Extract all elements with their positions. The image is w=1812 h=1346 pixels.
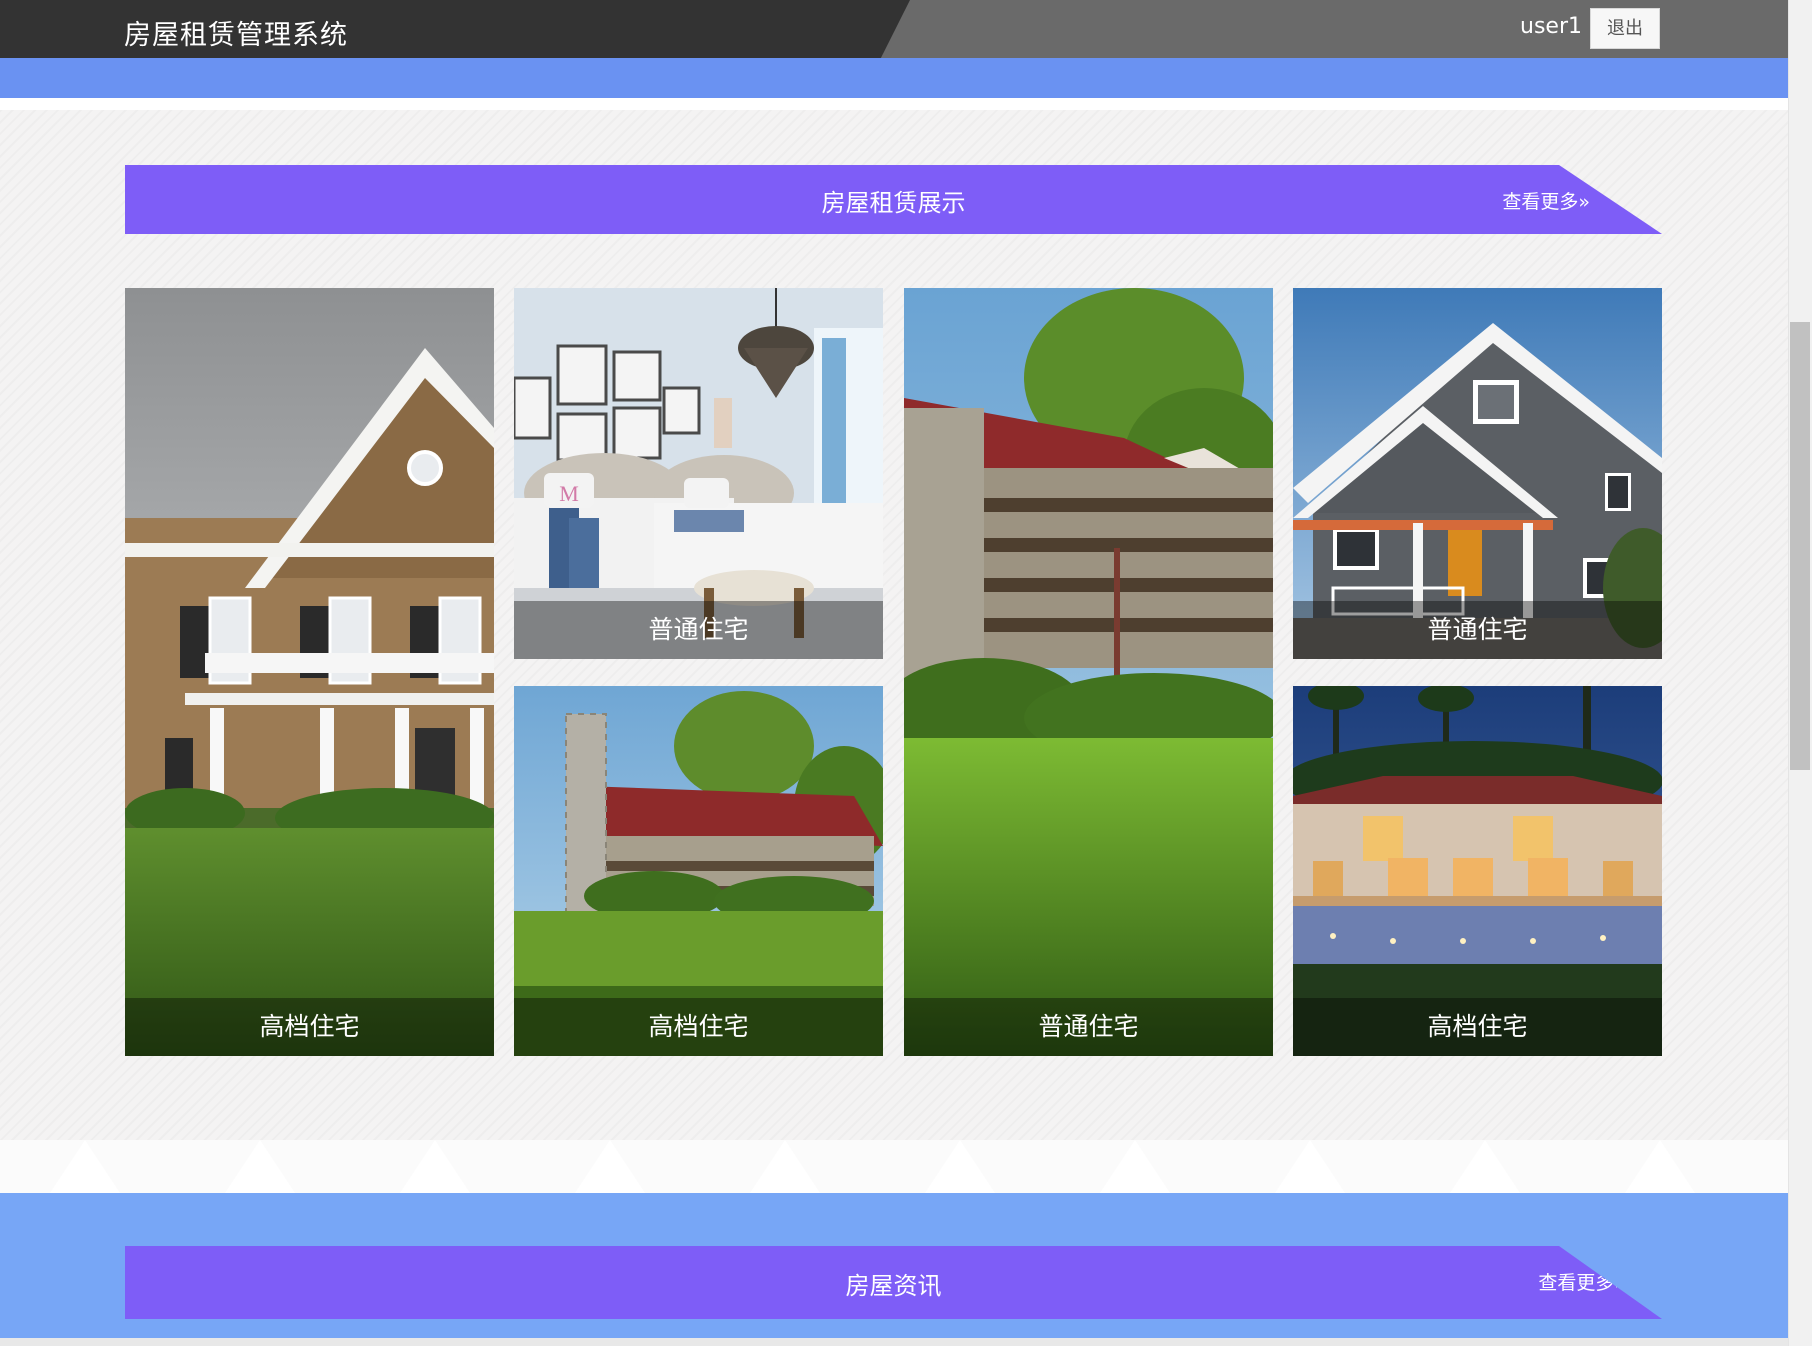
current-username: user1 <box>1520 14 1582 39</box>
house-type-label: 普通住宅 <box>1293 601 1662 659</box>
house-type-label: 高档住宅 <box>514 998 883 1056</box>
showcase-header: 房屋租赁展示 查看更多» <box>125 165 1662 234</box>
showcase-more-link[interactable]: 查看更多» <box>1502 187 1590 214</box>
house-card-4[interactable]: 普通住宅 <box>904 288 1273 1056</box>
svg-text:M: M <box>559 481 579 506</box>
news-more-link[interactable]: 查看更多» <box>1538 1268 1626 1295</box>
house-card-2[interactable]: M 普通住宅 <box>514 288 883 659</box>
showcase-title: 房屋租赁展示 <box>821 189 966 217</box>
house-news-section: 房屋资讯 查看更多» <box>0 1193 1788 1338</box>
triangle-pattern <box>50 1140 1695 1193</box>
house-photo <box>125 288 494 1056</box>
house-card-3[interactable]: 高档住宅 <box>514 686 883 1056</box>
top-navbar: 房屋租赁管理系统 user1 退出 <box>0 0 1788 58</box>
news-title: 房屋资讯 <box>845 1272 942 1300</box>
house-type-label: 高档住宅 <box>1293 998 1662 1056</box>
banner-strip <box>0 58 1788 98</box>
house-type-label: 普通住宅 <box>514 601 883 659</box>
log-cabin-lawn-photo <box>904 288 1273 1056</box>
news-header: 房屋资讯 查看更多» <box>125 1246 1662 1319</box>
logout-button[interactable]: 退出 <box>1590 8 1660 49</box>
vertical-scrollbar-thumb[interactable] <box>1790 322 1810 770</box>
page-bottom-edge <box>0 1338 1788 1346</box>
app-title: 房屋租赁管理系统 <box>124 20 348 51</box>
house-card-6[interactable]: 高档住宅 <box>1293 686 1662 1056</box>
decorative-triangle-band <box>0 1140 1788 1193</box>
house-type-label: 普通住宅 <box>904 998 1273 1056</box>
house-type-label: 高档住宅 <box>125 998 494 1056</box>
house-card-5[interactable]: 普通住宅 <box>1293 288 1662 659</box>
house-card-1[interactable]: 高档住宅 <box>125 288 494 1056</box>
